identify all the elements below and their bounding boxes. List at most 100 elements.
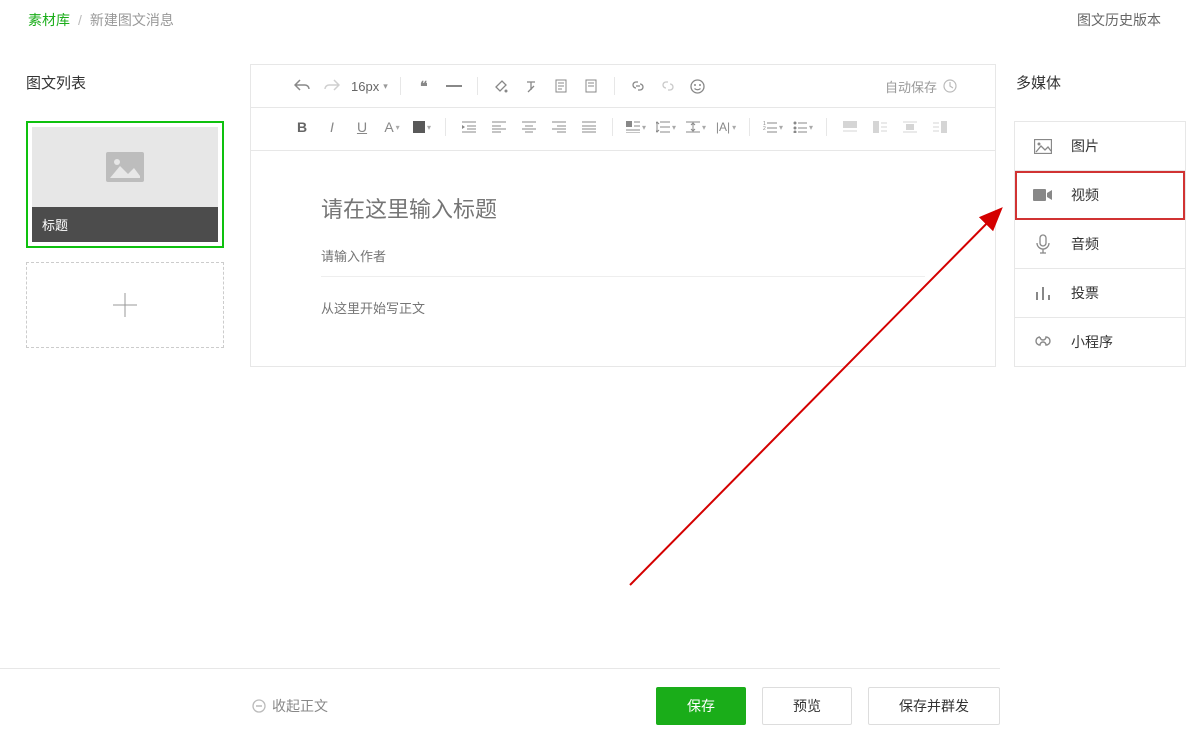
save-and-send-button[interactable]: 保存并群发 — [868, 687, 1000, 725]
title-input[interactable] — [321, 191, 925, 229]
content-input[interactable] — [321, 301, 925, 316]
media-item-label: 小程序 — [1071, 332, 1113, 352]
bold-button[interactable]: B — [289, 114, 315, 140]
article-list-title: 图文列表 — [26, 72, 224, 93]
undo-icon — [294, 79, 310, 93]
media-item-label: 音频 — [1071, 234, 1099, 254]
article-card-title: 标题 — [32, 207, 218, 242]
breadcrumb-current: 新建图文消息 — [90, 10, 174, 30]
miniprogram-icon — [1033, 333, 1053, 351]
media-list: 图片 视频 音频 投票 — [1014, 121, 1186, 367]
right-sidebar: 多媒体 图片 视频 音频 — [996, 64, 1186, 367]
article-thumb-placeholder — [32, 127, 218, 207]
link-button[interactable] — [625, 73, 651, 99]
format-button-1[interactable] — [548, 73, 574, 99]
align-right-icon — [552, 121, 566, 133]
link-icon — [631, 79, 645, 93]
audio-icon — [1033, 234, 1053, 254]
media-title: 多媒体 — [1016, 72, 1186, 93]
breadcrumb: 素材库 / 新建图文消息 图文历史版本 — [0, 0, 1189, 44]
toolbar-separator — [614, 77, 615, 95]
img-float-icon — [873, 121, 887, 133]
bg-color-button[interactable]: ▾ — [409, 114, 435, 140]
redo-button[interactable] — [319, 73, 345, 99]
clock-icon — [943, 79, 957, 93]
blockquote-button[interactable]: ❝ — [411, 73, 437, 99]
img-float-right-button[interactable] — [927, 114, 953, 140]
clear-icon — [524, 79, 538, 93]
font-size-select[interactable]: 16px ▾ — [349, 79, 390, 94]
img-float-icon — [903, 121, 917, 133]
spacing-icon — [686, 121, 700, 133]
image-icon — [1033, 139, 1053, 154]
media-item-audio[interactable]: 音频 — [1015, 220, 1185, 269]
img-float-icon — [843, 121, 857, 133]
media-item-label: 视频 — [1071, 185, 1099, 205]
font-size-value: 16px — [351, 79, 379, 94]
author-input[interactable] — [321, 249, 925, 264]
img-float-icon — [933, 121, 947, 133]
unlink-button[interactable] — [655, 73, 681, 99]
align-left-button[interactable] — [486, 114, 512, 140]
ol-icon: 12 — [763, 121, 777, 133]
video-icon — [1033, 188, 1053, 202]
toolbar-separator — [749, 118, 750, 136]
img-float-center-button[interactable] — [897, 114, 923, 140]
breadcrumb-root-link[interactable]: 素材库 — [28, 10, 70, 30]
align-center-button[interactable] — [516, 114, 542, 140]
editor-panel: 16px ▾ ❝ — [250, 64, 996, 367]
line-height-button[interactable]: ▾ — [653, 114, 679, 140]
align-justify-button[interactable] — [576, 114, 602, 140]
img-float-none-button[interactable] — [837, 114, 863, 140]
indent-button[interactable] — [456, 114, 482, 140]
autosave-indicator: 自动保存 — [885, 77, 957, 96]
redo-icon — [324, 79, 340, 93]
unordered-list-button[interactable]: ▾ — [790, 114, 816, 140]
media-item-vote[interactable]: 投票 — [1015, 269, 1185, 318]
collapse-label: 收起正文 — [272, 696, 328, 716]
collapse-button[interactable]: 收起正文 — [252, 696, 328, 716]
autosave-label: 自动保存 — [885, 77, 937, 96]
hr-icon — [446, 84, 462, 88]
clear-format-button[interactable] — [518, 73, 544, 99]
doc-icon — [554, 79, 568, 93]
letter-spacing-button[interactable]: |A|▾ — [713, 114, 739, 140]
footer-bar: 收起正文 保存 预览 保存并群发 — [0, 668, 1000, 743]
unlink-icon — [661, 79, 675, 93]
ordered-list-button[interactable]: 12▾ — [760, 114, 786, 140]
paint-icon — [494, 79, 508, 93]
save-button[interactable]: 保存 — [656, 687, 746, 725]
emoji-button[interactable] — [685, 73, 711, 99]
paint-button[interactable] — [488, 73, 514, 99]
vote-icon — [1033, 285, 1053, 301]
media-item-video[interactable]: 视频 — [1015, 171, 1185, 220]
img-float-left-button[interactable] — [867, 114, 893, 140]
float-button[interactable]: ▾ — [623, 114, 649, 140]
collapse-icon — [252, 699, 266, 713]
plus-icon — [110, 290, 140, 320]
breadcrumb-separator: / — [70, 12, 90, 28]
media-item-label: 图片 — [1071, 136, 1099, 156]
underline-button[interactable]: U — [349, 114, 375, 140]
doc-icon — [584, 79, 598, 93]
horizontal-rule-button[interactable] — [441, 73, 467, 99]
align-right-button[interactable] — [546, 114, 572, 140]
history-link[interactable]: 图文历史版本 — [1077, 10, 1161, 30]
spacing-button[interactable]: ▾ — [683, 114, 709, 140]
italic-button[interactable]: I — [319, 114, 345, 140]
editor-body — [251, 151, 995, 356]
preview-button[interactable]: 预览 — [762, 687, 852, 725]
align-justify-icon — [582, 121, 596, 133]
toolbar-row-1: 16px ▾ ❝ — [251, 65, 995, 108]
media-item-label: 投票 — [1071, 283, 1099, 303]
toolbar-separator — [477, 77, 478, 95]
media-item-image[interactable]: 图片 — [1015, 122, 1185, 171]
article-card[interactable]: 标题 — [26, 121, 224, 248]
format-button-2[interactable] — [578, 73, 604, 99]
toolbar-separator — [826, 118, 827, 136]
add-article-button[interactable] — [26, 262, 224, 348]
indent-icon — [462, 121, 476, 133]
undo-button[interactable] — [289, 73, 315, 99]
text-color-button[interactable]: A▾ — [379, 114, 405, 140]
media-item-miniprogram[interactable]: 小程序 — [1015, 318, 1185, 366]
